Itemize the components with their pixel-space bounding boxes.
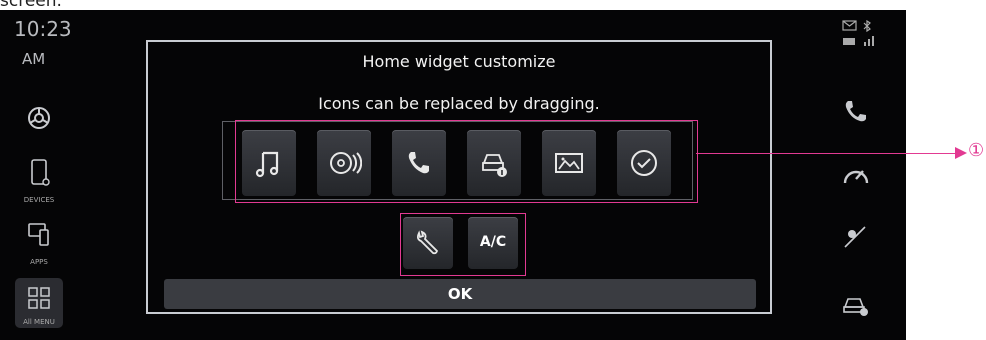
day-night-icon bbox=[844, 226, 866, 249]
status-bar bbox=[842, 19, 876, 50]
wrench-icon bbox=[416, 230, 439, 255]
car-info-icon bbox=[482, 154, 507, 177]
battery-icon bbox=[843, 38, 855, 45]
widget-slot-music[interactable] bbox=[242, 130, 296, 196]
clock-time: 10:23 bbox=[14, 17, 72, 41]
clock-ampm: AM bbox=[22, 50, 46, 68]
all-menu-button[interactable]: All MENU bbox=[15, 278, 63, 328]
widget-slot-clock[interactable] bbox=[617, 130, 671, 196]
settings-button[interactable] bbox=[9, 98, 69, 148]
apps-button[interactable]: APPS bbox=[9, 220, 69, 268]
ac-label: A/C bbox=[479, 234, 507, 250]
signal-icon bbox=[863, 36, 874, 46]
left-sidebar: 10:23 AM DEVICES APPS All MENU bbox=[0, 10, 78, 340]
apps-label: APPS bbox=[30, 258, 48, 266]
phone-icon bbox=[845, 101, 866, 122]
dialog-subtitle: Icons can be replaced by dragging. bbox=[318, 94, 600, 113]
widget-slot-ac[interactable]: A/C bbox=[468, 217, 518, 269]
bluetooth-icon bbox=[863, 19, 871, 33]
gallery-icon bbox=[555, 153, 583, 173]
brightness-button[interactable] bbox=[840, 222, 888, 262]
callout-line bbox=[696, 153, 961, 154]
right-sidebar bbox=[818, 10, 906, 340]
grid-icon bbox=[28, 287, 50, 309]
dialog-title: Home widget customize bbox=[362, 52, 556, 71]
car-info-icon bbox=[843, 298, 868, 316]
callout-number: ① bbox=[968, 140, 985, 161]
widget-slot-phone[interactable] bbox=[392, 130, 446, 196]
devices-label: DEVICES bbox=[23, 196, 55, 204]
widget-customize-dialog: Home widget customize Icons can be repla… bbox=[146, 40, 772, 314]
arrow-head-icon bbox=[955, 147, 967, 159]
apps-icon bbox=[28, 223, 49, 246]
message-icon bbox=[842, 20, 857, 31]
widget-slot-car-info[interactable] bbox=[467, 130, 521, 196]
phone-shortcut-button[interactable] bbox=[840, 96, 888, 136]
car-info-button[interactable] bbox=[840, 290, 888, 330]
allmenu-label: All MENU bbox=[23, 318, 55, 326]
infotainment-screen: 10:23 AM DEVICES APPS All MENU Home widg… bbox=[0, 10, 906, 340]
devices-button[interactable]: DEVICES bbox=[9, 158, 69, 206]
music-icon bbox=[255, 151, 279, 178]
speedometer-button[interactable] bbox=[840, 160, 888, 200]
device-settings-icon bbox=[31, 159, 50, 186]
ok-button[interactable]: OK bbox=[164, 279, 756, 309]
widget-slot-radio[interactable] bbox=[317, 130, 371, 196]
phone-icon bbox=[408, 152, 429, 174]
widget-slot-gallery[interactable] bbox=[542, 130, 596, 196]
speedometer-icon bbox=[843, 170, 869, 184]
clock-check-icon bbox=[631, 150, 657, 176]
widget-slot-wrench[interactable] bbox=[403, 217, 453, 269]
radio-disc-icon bbox=[330, 152, 362, 174]
gear-icon bbox=[28, 107, 50, 129]
